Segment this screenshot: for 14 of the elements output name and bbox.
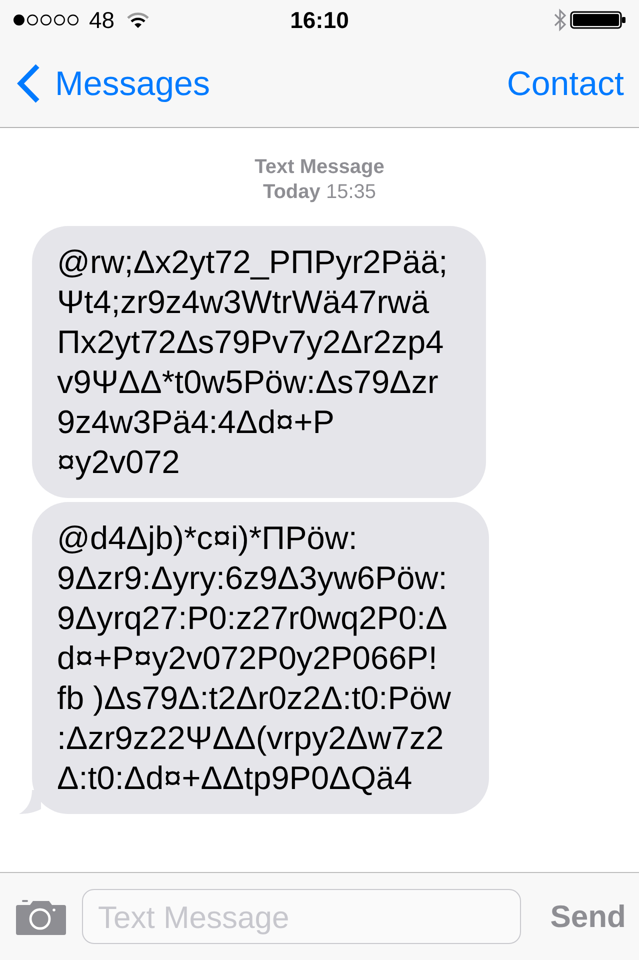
conversation-timestamp: Today 15:35 (262, 180, 376, 205)
back-button[interactable]: Messages (17, 64, 210, 104)
bluetooth-icon (553, 8, 567, 32)
message-bubble: @rw;Δx2yt72_PΠPyr2Pää; Ψt4;zr9z4w3WtrWä47rwä Πx2yt72Δs79Pv7y2Δr2zp4 v9ΨΔΔ*t0w5Pöw:Δs79Δzr 9z4w3Pä4:4Δd¤+P ¤y2v072 (32, 226, 486, 498)
chevron-left-icon (17, 64, 40, 103)
signal-dots-icon (13, 14, 79, 26)
carrier-text: 48 (89, 6, 115, 34)
battery-icon (570, 11, 626, 29)
message-bubble: @d4Δjb)*c¤i)*ΠPöw: 9Δzr9:Δyry:6z9Δ3yw6Pöw: 9Δyrq27:P0:z27r0wq2P0:Δ d¤+P¤y2v072P0y2P066P! fb )Δs79Δ:t2Δr0z2Δ:t0:Pöw :Δzr9z22ΨΔΔ(vrpy2Δw7z2 Δ:t0:Δd¤+ΔΔtp9P0ΔQä4 (32, 502, 489, 814)
camera-icon[interactable] (16, 898, 66, 934)
conversation-title: Text Message (254, 155, 384, 180)
status-time: 16:10 (290, 6, 349, 34)
contact-button[interactable]: Contact (506, 64, 624, 104)
wifi-icon (126, 12, 149, 28)
